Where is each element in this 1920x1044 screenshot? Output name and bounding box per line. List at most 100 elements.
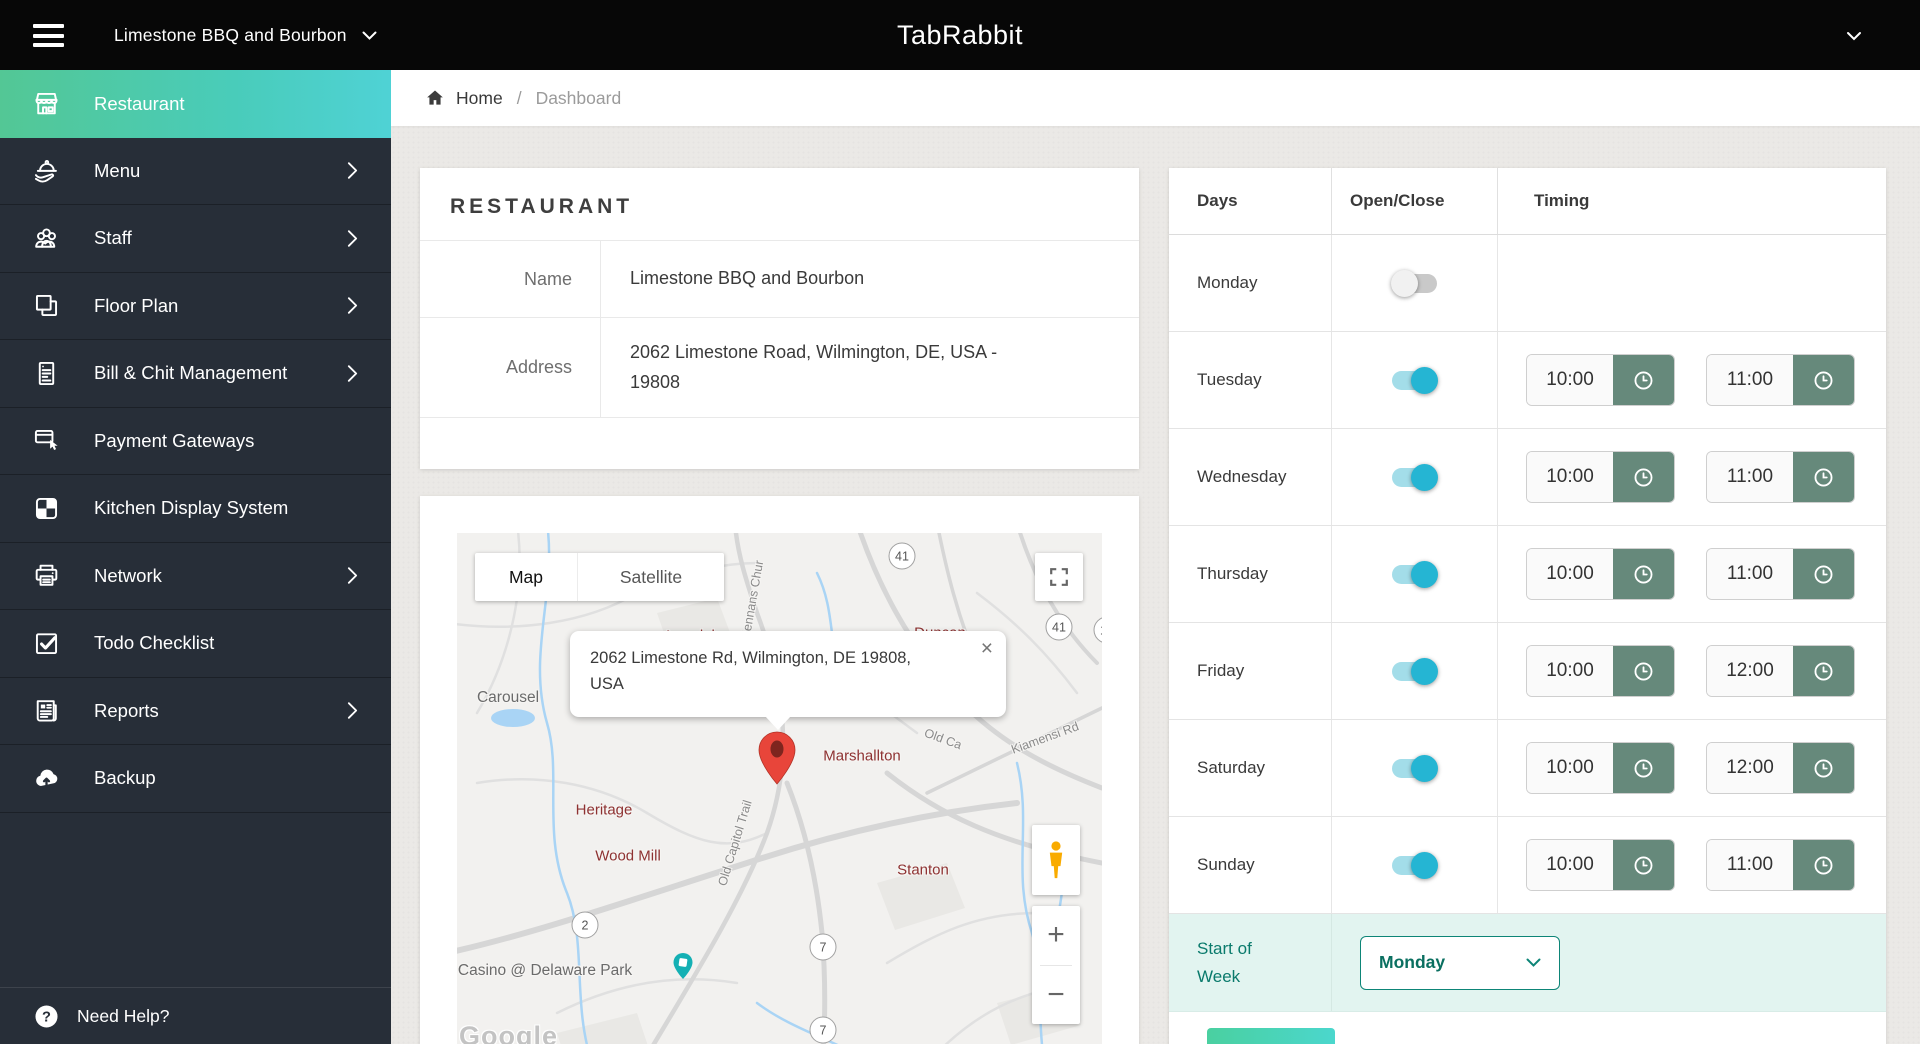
open-time-input-friday[interactable]: 10:00 [1527, 646, 1674, 696]
close-time-input-friday[interactable]: 12:00 [1707, 646, 1854, 696]
close-time-picker-button[interactable] [1793, 549, 1854, 599]
sidebar-item-network[interactable]: Network [0, 543, 391, 610]
open-time-picker-button[interactable] [1613, 743, 1674, 793]
info-window-address: 2062 Limestone Rd, Wilmington, DE 19808,… [590, 649, 912, 693]
map-marker-icon[interactable] [758, 731, 796, 785]
address-label: Address [420, 318, 601, 417]
close-time-input-sunday[interactable]: 11:00 [1707, 840, 1854, 890]
close-time-picker-button[interactable] [1793, 840, 1854, 890]
sidebar-item-staff[interactable]: Staff [0, 205, 391, 273]
empty-row [420, 417, 1139, 468]
open-time-picker-button[interactable] [1613, 355, 1674, 405]
hours-row-friday: Friday 10:00 12:00 [1169, 623, 1886, 720]
close-time-input-saturday[interactable]: 12:00 [1707, 743, 1854, 793]
chevron-down-icon[interactable] [1846, 31, 1862, 41]
hours-row-sunday: Sunday 10:00 11:00 [1169, 817, 1886, 914]
close-time-value[interactable]: 11:00 [1707, 840, 1793, 890]
need-help-button[interactable]: ? Need Help? [0, 987, 391, 1044]
clock-icon [1634, 856, 1653, 874]
open-time-input-thursday[interactable]: 10:00 [1527, 549, 1674, 599]
chevron-right-icon [347, 161, 358, 180]
open-time-picker-button[interactable] [1613, 840, 1674, 890]
open-close-toggle-wednesday[interactable] [1392, 463, 1438, 491]
breadcrumb-home-link[interactable]: Home [456, 88, 503, 109]
map-town-label-stanton: Stanton [897, 861, 949, 879]
open-time-value[interactable]: 10:00 [1527, 646, 1613, 696]
address-value: 2062 Limestone Road, Wilmington, DE, USA… [630, 341, 998, 392]
close-time-input-tuesday[interactable]: 11:00 [1707, 355, 1854, 405]
close-time-picker-button[interactable] [1793, 355, 1854, 405]
open-time-picker-button[interactable] [1613, 549, 1674, 599]
map-town-label-heritage: Heritage [575, 801, 633, 819]
sidebar-item-restaurant[interactable]: Restaurant [0, 70, 391, 138]
close-time-picker-button[interactable] [1793, 452, 1854, 502]
chevron-right-icon [347, 566, 358, 585]
chevron-right-icon [347, 229, 358, 248]
open-time-input-sunday[interactable]: 10:00 [1527, 840, 1674, 890]
map-card: ArundelDuncanMarshalltonHeritageWood Mil… [420, 496, 1139, 1044]
day-label: Monday [1169, 235, 1332, 331]
clock-icon [1814, 371, 1833, 389]
open-time-value[interactable]: 10:00 [1527, 840, 1613, 890]
app-title: TabRabbit [896, 19, 1024, 50]
map-view-button[interactable]: Map [475, 553, 578, 601]
open-time-value[interactable]: 10:00 [1527, 743, 1613, 793]
casino-marker-icon[interactable] [673, 953, 693, 980]
close-time-input-thursday[interactable]: 11:00 [1707, 549, 1854, 599]
receipt-icon [31, 358, 62, 389]
hamburger-menu-icon[interactable] [33, 24, 64, 47]
open-time-value[interactable]: 10:00 [1527, 452, 1613, 502]
open-time-input-saturday[interactable]: 10:00 [1527, 743, 1674, 793]
open-close-toggle-friday[interactable] [1392, 657, 1438, 685]
sidebar-item-floor-plan[interactable]: Floor Plan [0, 273, 391, 340]
zoom-in-button[interactable]: + [1032, 906, 1080, 965]
sidebar-item-backup[interactable]: Backup [0, 745, 391, 813]
fullscreen-button[interactable] [1035, 553, 1083, 601]
close-time-picker-button[interactable] [1793, 743, 1854, 793]
sidebar-item-bill-chit-management[interactable]: Bill & Chit Management [0, 340, 391, 408]
name-label: Name [420, 241, 601, 317]
clock-icon [1814, 856, 1833, 874]
map-town-label-wood-mill: Wood Mill [595, 847, 661, 865]
close-time-picker-button[interactable] [1793, 646, 1854, 696]
pegman-control[interactable] [1032, 825, 1080, 895]
close-time-value[interactable]: 12:00 [1707, 743, 1793, 793]
save-button[interactable] [1207, 1028, 1335, 1044]
name-value: Limestone BBQ and Bourbon [630, 268, 865, 289]
sidebar-item-reports[interactable]: Reports [0, 678, 391, 745]
open-close-toggle-monday[interactable] [1391, 269, 1437, 297]
open-time-input-tuesday[interactable]: 10:00 [1527, 355, 1674, 405]
close-time-value[interactable]: 12:00 [1707, 646, 1793, 696]
close-icon[interactable]: × [981, 637, 993, 661]
sidebar-item-label: Kitchen Display System [94, 497, 289, 519]
open-close-toggle-thursday[interactable] [1392, 560, 1438, 588]
google-logo: Google [459, 1021, 558, 1044]
sidebar-item-payment-gateways[interactable]: Payment Gateways [0, 408, 391, 475]
start-of-week-select[interactable]: Monday [1360, 935, 1560, 990]
open-time-value[interactable]: 10:00 [1527, 549, 1613, 599]
sidebar-item-kitchen-display-system[interactable]: Kitchen Display System [0, 475, 391, 543]
open-close-toggle-saturday[interactable] [1392, 754, 1438, 782]
close-time-input-wednesday[interactable]: 11:00 [1707, 452, 1854, 502]
close-time-value[interactable]: 11:00 [1707, 549, 1793, 599]
opening-hours-card: Days Open/Close Timing Monday Tuesday 10:0… [1169, 168, 1886, 1044]
google-map[interactable]: ArundelDuncanMarshalltonHeritageWood Mil… [457, 533, 1102, 1044]
toggle-knob [1411, 754, 1438, 782]
people-icon [31, 223, 62, 254]
open-time-value[interactable]: 10:00 [1527, 355, 1613, 405]
open-time-input-wednesday[interactable]: 10:00 [1527, 452, 1674, 502]
sidebar-item-todo-checklist[interactable]: Todo Checklist [0, 610, 391, 678]
sidebar-item-menu[interactable]: Menu [0, 138, 391, 205]
zoom-out-button[interactable]: − [1032, 966, 1080, 1025]
restaurant-selector[interactable]: Limestone BBQ and Bourbon [114, 0, 377, 70]
close-time-value[interactable]: 11:00 [1707, 452, 1793, 502]
open-time-picker-button[interactable] [1613, 452, 1674, 502]
open-close-toggle-tuesday[interactable] [1392, 366, 1438, 394]
open-time-picker-button[interactable] [1613, 646, 1674, 696]
start-of-week-label: Start of Week [1197, 939, 1252, 986]
open-close-toggle-sunday[interactable] [1392, 851, 1438, 879]
close-time-value[interactable]: 11:00 [1707, 355, 1793, 405]
toggle-knob [1411, 366, 1438, 394]
satellite-view-button[interactable]: Satellite [578, 553, 724, 601]
sidebar-item-label: Reports [94, 699, 159, 721]
